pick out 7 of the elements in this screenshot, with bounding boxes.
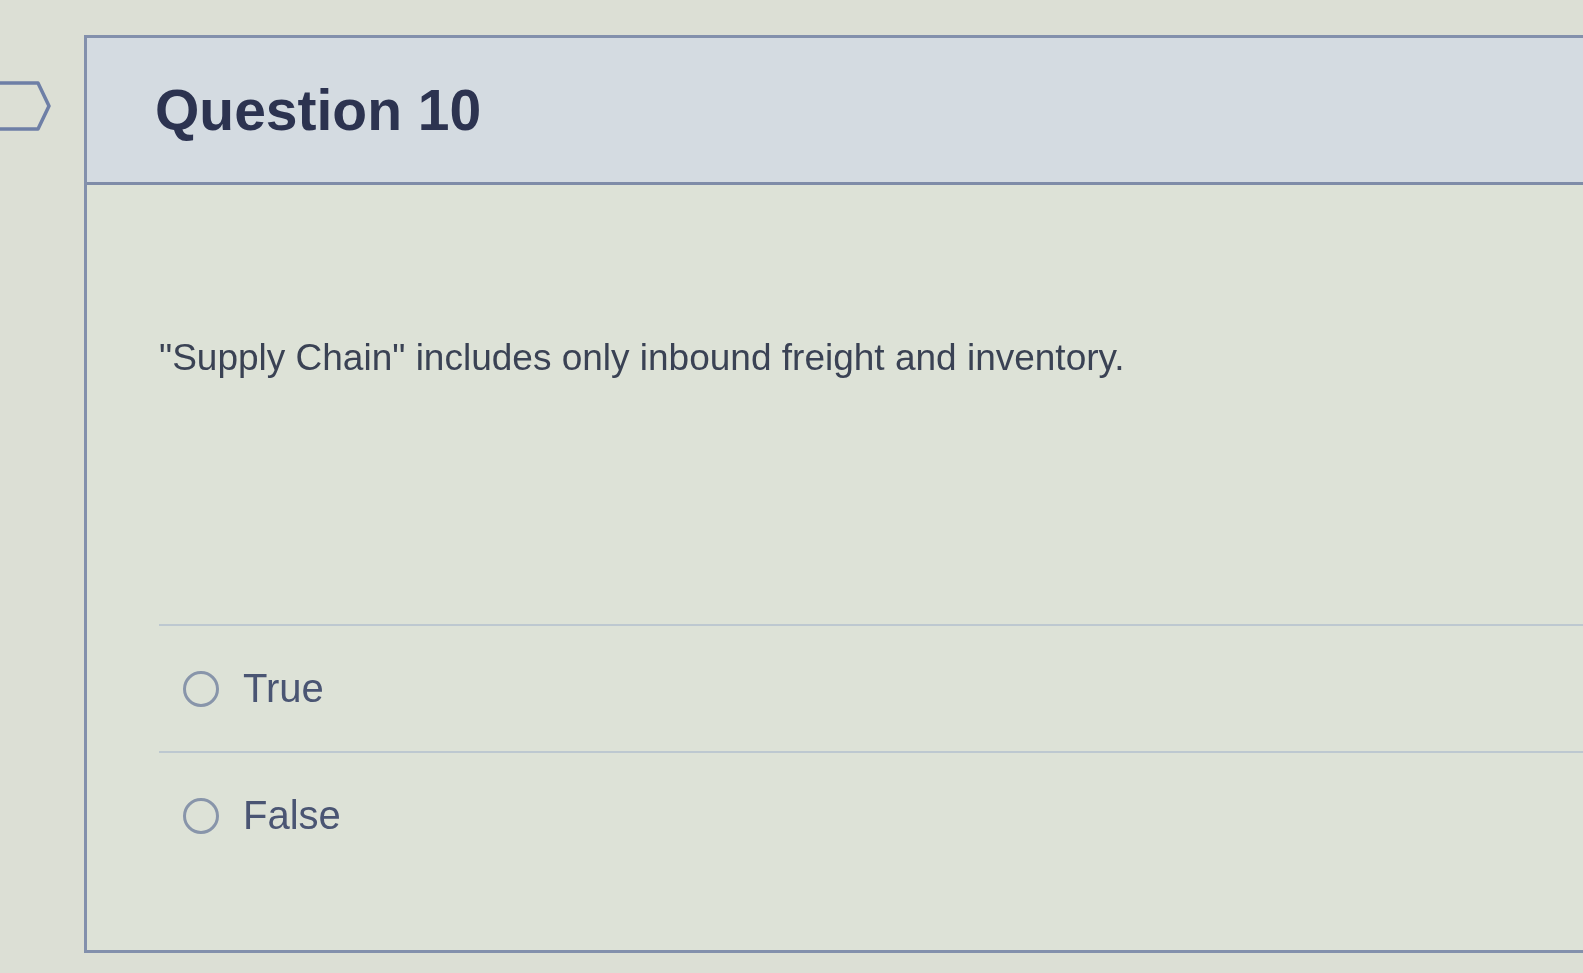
option-label[interactable]: True <box>243 666 324 711</box>
question-text: "Supply Chain" includes only inbound freight and inventory. <box>159 336 1126 380</box>
radio-button[interactable] <box>183 670 219 707</box>
flag-outline-icon[interactable] <box>0 80 52 132</box>
radio-button[interactable] <box>183 797 219 834</box>
question-title: Question 10 <box>155 77 482 143</box>
option-label[interactable]: False <box>243 793 341 838</box>
